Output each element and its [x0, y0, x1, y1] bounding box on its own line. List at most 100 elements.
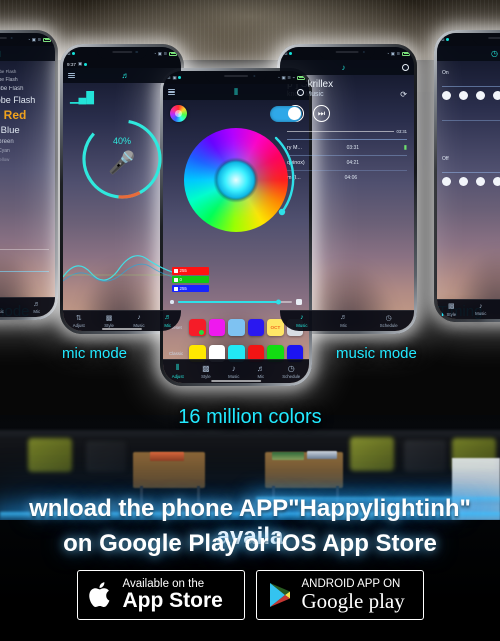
classic-label: Classic [169, 351, 184, 356]
preset-swatch[interactable] [247, 319, 264, 336]
tab-bar[interactable]: ▩ Style ♪ Music ♬ Mic [0, 297, 55, 317]
status-bar: ⊿ ◔ ▣ ≋ [280, 47, 414, 60]
poster-canvas: ⊿ ◔ ▣ ≋ ▩ Yellow Strobe Flash Cyan Strob… [0, 0, 500, 641]
status-bar: ⊿ ▣ ◔ ▣ ≋ ⌁ [163, 71, 309, 84]
tab-style[interactable]: ▩ Style [104, 314, 114, 328]
list-item[interactable]: Static Cyan [0, 148, 55, 154]
divider [0, 249, 49, 251]
note-icon: ♪ [300, 314, 304, 322]
app-bar: ⫴ [163, 84, 309, 100]
tab-mic[interactable]: ♬ Mic [340, 314, 347, 327]
track-duration: 04:06 [344, 175, 358, 181]
next-icon[interactable]: ⏭ [313, 105, 330, 122]
status-bar: ⊿ ◔ ▣ ≋ [0, 33, 55, 46]
tab-mic[interactable]: ♬ Mic [33, 301, 40, 314]
style-list[interactable]: Yellow Strobe Flash Cyan Strobe Flash Pu… [0, 61, 55, 162]
pillow [28, 438, 72, 472]
phone-timing-mode: ⊿ ◔ ▣ ◷ On [434, 30, 500, 322]
pillow [86, 441, 126, 472]
tab-music[interactable]: ♪ Music [475, 303, 486, 316]
slider-track[interactable] [177, 299, 292, 305]
app-store-badge[interactable]: Available on the App Store [76, 570, 245, 620]
schedule-label: On [442, 69, 449, 76]
caption-music-mode: music mode [336, 345, 417, 362]
color-picker[interactable] [163, 128, 309, 232]
adjust-icon: ⫴ [234, 86, 238, 97]
tab-style[interactable]: ▩ Style [447, 302, 457, 316]
grid-icon: ▩ [0, 49, 1, 58]
note-icon: ♪ [479, 302, 483, 310]
schedule-list[interactable]: On Off [437, 61, 500, 186]
tab-music[interactable]: ♪ Music [296, 314, 307, 327]
list-item[interactable]: Cyan Strobe Flash [0, 77, 55, 83]
tab-music[interactable]: ♪ Music [0, 301, 4, 314]
menu-icon[interactable] [68, 72, 75, 79]
pillow [404, 440, 446, 472]
track-duration: 03:31 [346, 144, 360, 151]
list-item[interactable]: Purple Strobe Flash [0, 86, 55, 92]
menu-icon[interactable] [168, 89, 175, 95]
tab-style[interactable]: ▩ Style [201, 364, 211, 379]
mic-icon: ♬ [164, 314, 172, 322]
caption-mic-mode: mic mode [62, 345, 128, 362]
store-badges: Available on the App Store ANDROID APP O… [0, 570, 500, 620]
app-bar: ◷ [437, 46, 500, 61]
preset-swatch[interactable] [189, 319, 206, 336]
pillow [350, 437, 394, 471]
weekday-row[interactable] [442, 91, 500, 100]
tab-bar[interactable]: ▩ Style ♪ Music ♬ Mic ◷ Schedule [437, 299, 500, 319]
tab-mic[interactable]: ♬ Mic [164, 314, 171, 327]
list-item[interactable]: Static Yellow [0, 157, 55, 162]
list-item[interactable]: Static Green [0, 139, 55, 145]
preset-swatch[interactable] [228, 319, 245, 336]
list-item[interactable]: Yellow Strobe Flash [0, 69, 55, 74]
grid-icon: ▩ [448, 303, 455, 311]
phone-style-mode: ⊿ ◔ ▣ ≋ ▩ Yellow Strobe Flash Cyan Strob… [0, 30, 58, 320]
rgb-red: 255 [172, 267, 209, 275]
table-book [272, 452, 304, 460]
mic-icon: ♬ [33, 300, 41, 308]
sliders-icon: ⫴ [176, 363, 180, 373]
preset-swatch[interactable] [208, 319, 225, 336]
waveform [63, 247, 181, 294]
list-item[interactable]: White Strobe Flash [0, 95, 55, 105]
clock-icon: ◷ [385, 314, 392, 322]
gear-icon[interactable] [297, 88, 304, 96]
note-icon: ♪ [137, 314, 141, 322]
clock-time: 9:37 [67, 61, 76, 67]
schedule-label: Off [442, 155, 449, 162]
mic-icon: ♬ [121, 70, 130, 80]
google-play-big-label: Google play [301, 589, 405, 613]
tab-adjust[interactable]: ⇅ Adjust [73, 314, 85, 328]
clock-icon: ◷ [491, 48, 498, 58]
brightness-max-icon [296, 299, 302, 305]
table-book [307, 451, 337, 459]
repeat-icon[interactable]: ⟳ [400, 90, 407, 99]
bar-chart-icon[interactable]: ▁▄█ [70, 92, 94, 104]
battery-icon: ▮ [403, 145, 407, 151]
mic-icon: ♬ [340, 314, 348, 322]
tab-mic[interactable]: ♬ Mic [257, 364, 265, 379]
tab-bar[interactable]: ♪ Music ♬ Mic ◷ Schedule [280, 310, 414, 331]
tab-schedule[interactable]: ◷ Schedule [380, 314, 398, 328]
google-play-badge[interactable]: ANDROID APP ON Google play [255, 570, 424, 620]
weekday-row[interactable] [442, 177, 500, 186]
app-store-big-label: App Store [122, 589, 223, 612]
tab-music[interactable]: ♪ Music [228, 364, 239, 379]
rgb-blue: 255 [172, 284, 209, 293]
progress-time: 03:31 [396, 129, 407, 134]
list-item[interactable]: Static Blue [0, 125, 55, 136]
mic-icon: ♬ [256, 363, 265, 373]
slider-track[interactable] [0, 271, 49, 273]
sliders-icon: ⇅ [75, 314, 82, 322]
list-item-selected[interactable]: Static Red [0, 108, 55, 122]
tab-schedule[interactable]: ◷ Schedule [282, 364, 300, 379]
status-bar: ⊿ ◔ ▣ [437, 33, 500, 46]
brightness-slider[interactable] [170, 299, 302, 305]
clock-icon: ◷ [287, 363, 295, 373]
tab-music[interactable]: ♪ Music [133, 314, 144, 327]
gear-icon[interactable] [402, 64, 409, 71]
note-icon: ♪ [341, 62, 346, 72]
home-indicator [211, 379, 261, 382]
tab-adjust[interactable]: ⫴ Adjust [172, 363, 184, 379]
